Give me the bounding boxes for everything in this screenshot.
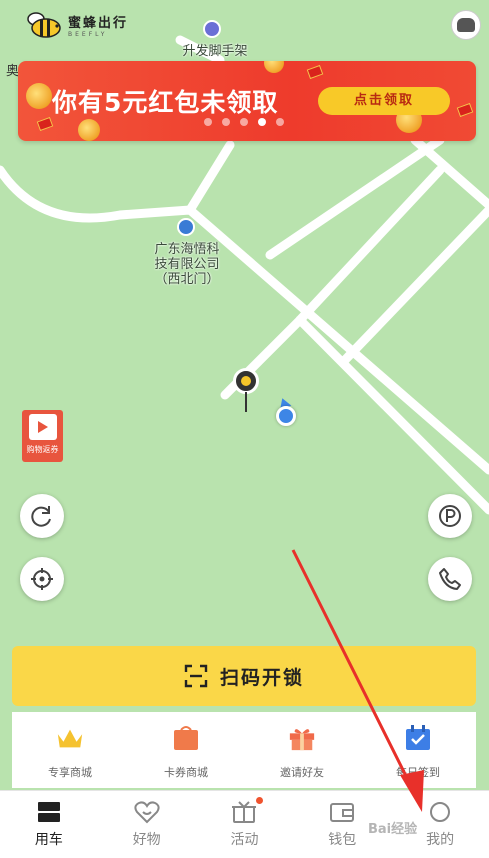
shopping-coupon-badge[interactable]: 购物返券 [22, 410, 63, 462]
logo-title: 蜜蜂出行 [68, 16, 129, 31]
pagination-dot[interactable] [240, 118, 248, 126]
profile-icon [430, 802, 451, 822]
bike-card-icon [37, 802, 60, 822]
pagination-dot[interactable] [204, 118, 212, 126]
crown-icon [57, 729, 83, 748]
pagination-dot-active[interactable] [258, 118, 266, 126]
poi-pin-icon[interactable] [203, 20, 221, 38]
scan-unlock-button[interactable]: 扫码开锁 [12, 646, 476, 706]
current-location-marker [272, 396, 300, 428]
tab-activity[interactable]: 活动 [196, 791, 294, 858]
promo-banner[interactable]: 你有5元红包未领取 点击领取 [18, 61, 476, 141]
heart-icon [134, 801, 160, 824]
claim-button[interactable]: 点击领取 [318, 87, 450, 115]
scan-unlock-label: 扫码开锁 [219, 666, 304, 689]
quick-entry-coupon-mall[interactable]: 卡券商城 [128, 712, 244, 788]
watermark: Bai经验 [368, 822, 418, 837]
crosshair-icon [31, 568, 53, 590]
customer-service-icon [457, 18, 475, 32]
red-envelope-icon [306, 64, 324, 80]
parking-button[interactable] [428, 494, 472, 538]
quick-entry-invite-friends[interactable]: 邀请好友 [244, 712, 360, 788]
scan-icon [184, 664, 208, 688]
tab-label: 钱包 [328, 832, 357, 848]
phone-button[interactable] [428, 557, 472, 601]
gift-icon [289, 729, 315, 751]
quick-entry-vip-mall[interactable]: 专享商城 [12, 712, 128, 788]
banner-title: 你有5元红包未领取 [52, 88, 279, 117]
customer-service-button[interactable] [451, 10, 481, 40]
banner-pagination [204, 118, 284, 126]
tab-label: 好物 [132, 832, 161, 848]
tab-label: 用车 [34, 832, 63, 848]
red-envelope-icon [456, 102, 474, 118]
poi-label-scaffold: 升发脚手架 [182, 44, 248, 59]
tab-goods[interactable]: 好物 [98, 791, 196, 858]
parking-icon [439, 505, 461, 527]
shopping-coupon-label: 购物返券 [26, 445, 59, 454]
wallet-icon [330, 803, 355, 822]
poi-pin-icon[interactable] [177, 218, 195, 236]
pagination-dot[interactable] [222, 118, 230, 126]
tab-label: 活动 [230, 832, 259, 848]
tab-ride[interactable]: 用车 [0, 791, 98, 858]
quick-entry-label: 专享商城 [48, 766, 92, 779]
coupon-bag-icon [174, 726, 198, 750]
quick-entry-daily-checkin[interactable]: 每日签到 [360, 712, 476, 788]
quick-entry-bar: 专享商城 卡券商城 邀请好友 每日签到 [12, 712, 476, 788]
shopping-cart-icon [28, 414, 57, 440]
coin-icon [264, 61, 284, 73]
calendar-check-icon [406, 725, 430, 750]
app-logo: 蜜蜂出行 BEEFLY [24, 10, 128, 40]
quick-entry-label: 卡券商城 [164, 766, 208, 779]
refresh-icon [31, 506, 51, 527]
quick-entry-label: 邀请好友 [280, 766, 324, 779]
bee-logo-icon [27, 12, 61, 38]
locate-button[interactable] [20, 557, 64, 601]
poi-label-company: 广东海悟科 技有限公司 （西北门） [154, 242, 220, 287]
logo-subtitle: BEEFLY [68, 31, 108, 38]
bike-location-pin[interactable] [233, 368, 259, 414]
coin-icon [78, 119, 100, 141]
tab-label: 我的 [426, 832, 455, 848]
phone-icon [439, 568, 461, 590]
coin-icon [26, 83, 52, 109]
quick-entry-label: 每日签到 [396, 766, 440, 779]
pagination-dot[interactable] [276, 118, 284, 126]
notification-badge [255, 797, 263, 804]
refresh-button[interactable] [20, 494, 64, 538]
red-envelope-icon [36, 116, 54, 132]
gift-box-icon [232, 801, 257, 823]
